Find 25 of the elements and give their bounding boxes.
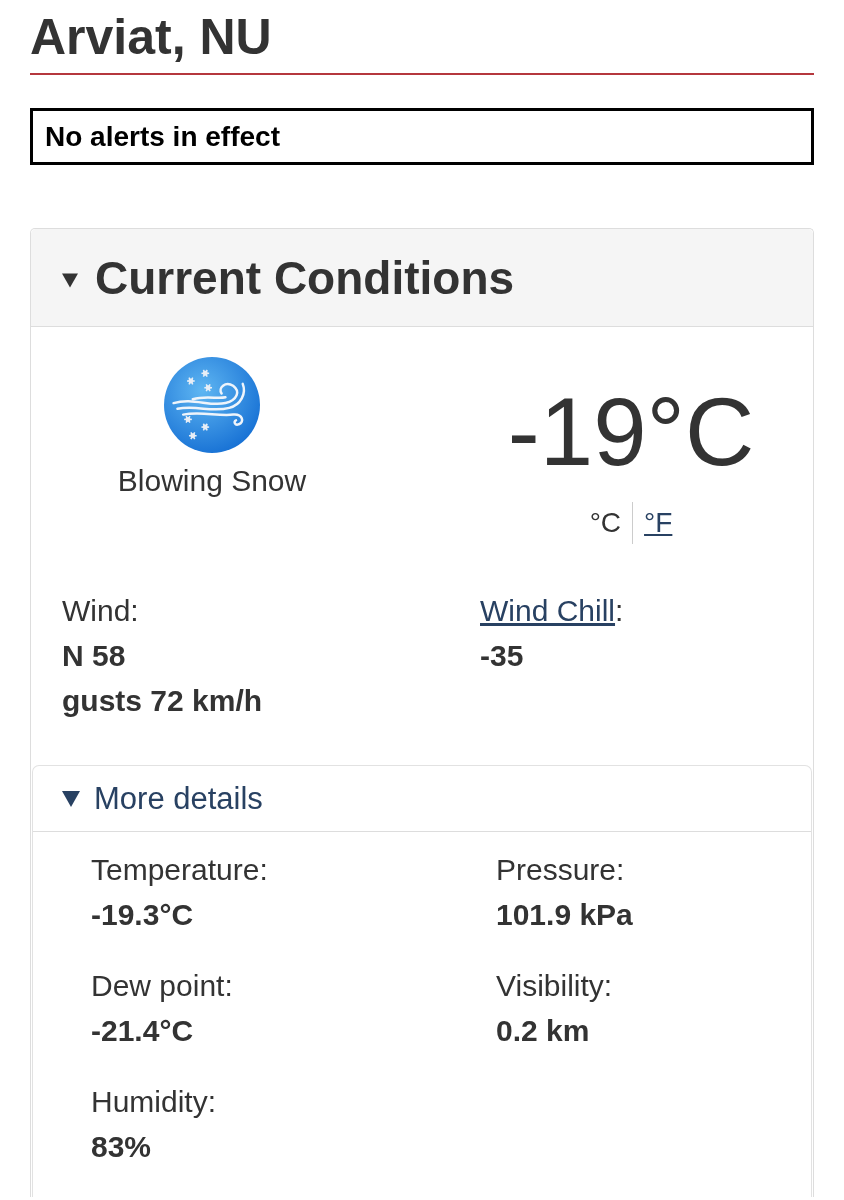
location-title: Arviat, NU [30, 9, 273, 65]
unit-label: °C [589, 506, 622, 540]
observation-value: gusts 72 km/h [62, 683, 264, 719]
detail-value: 101.9 kPa [496, 897, 634, 933]
observation-value: N 58 [62, 638, 127, 674]
detail-label: Pressure: [496, 852, 626, 888]
observation-value: -35 [480, 638, 525, 674]
observation-label: Wind Chill: [480, 593, 625, 629]
temperature-reading: -19°C [507, 382, 755, 482]
condition-label: Blowing Snow [117, 463, 307, 499]
detail-label: Humidity: [91, 1084, 218, 1120]
detail-label: Dew point: [91, 968, 234, 1004]
observation-label: Wind: [62, 593, 140, 629]
unit-link[interactable]: °F [644, 506, 673, 540]
current-conditions-toggle[interactable]: Current Conditions [31, 229, 813, 327]
blowing-snow-icon [164, 357, 260, 453]
detail-label: Visibility: [496, 968, 614, 1004]
detail-value: 83% [91, 1129, 153, 1165]
detail-value: 0.2 km [496, 1013, 591, 1049]
alert-banner: No alerts in effect [30, 108, 814, 165]
detail-value: -21.4°C [91, 1013, 195, 1049]
detail-label: Temperature: [91, 852, 269, 888]
observation-link[interactable]: Wind Chill [480, 594, 616, 627]
detail-value: -19.3°C [91, 897, 195, 933]
more-details-toggle[interactable]: More details [33, 766, 811, 832]
